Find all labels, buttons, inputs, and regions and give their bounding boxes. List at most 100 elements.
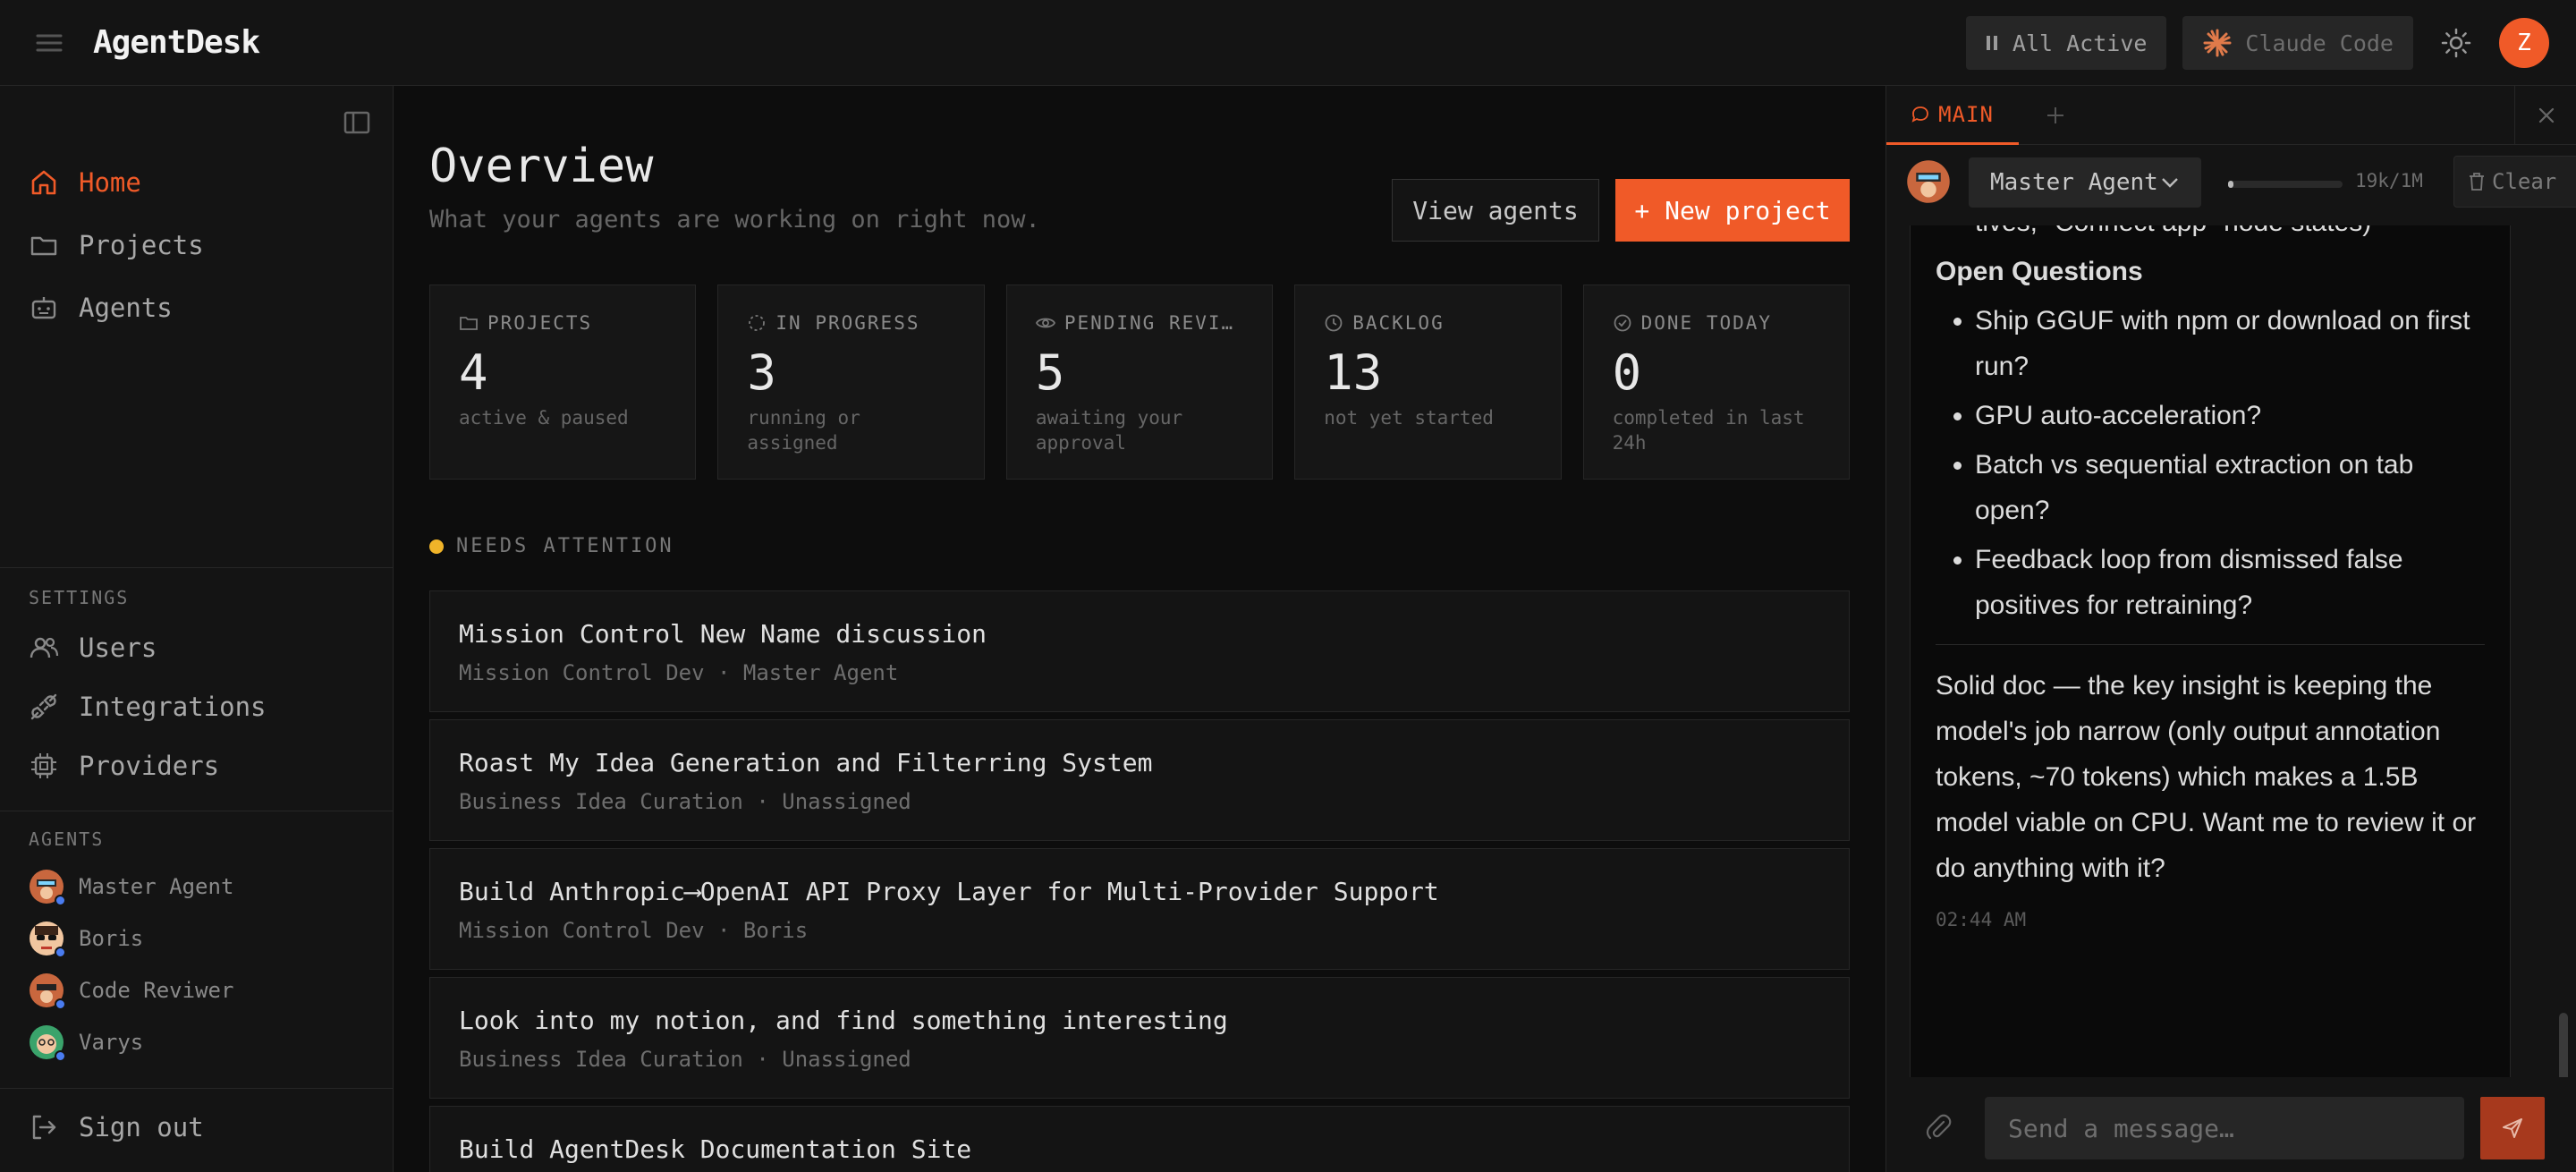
message-bullet-list: Ship GGUF with npm or download on first … [1936, 298, 2485, 628]
theme-toggle[interactable] [2429, 16, 2483, 70]
stat-card-done-today[interactable]: DONE TODAY 0 completed in last 24h [1582, 285, 1851, 480]
task-project: Mission Control Dev [459, 660, 705, 685]
stat-card-pending-review[interactable]: PENDING REVI… 5 awaiting your approval [1005, 285, 1274, 480]
tab-label: MAIN [1938, 101, 1994, 127]
trash-icon [2469, 173, 2485, 191]
tab-main[interactable]: MAIN [1886, 86, 2019, 145]
agent-avatar [29, 1024, 66, 1062]
sidebar-agent-code-reviewer[interactable]: Code Reviwer [29, 970, 233, 1011]
chat-bubble-icon [1911, 106, 1929, 123]
needs-attention-header: NEEDS ATTENTION [429, 535, 674, 557]
sidebar-item-label: Users [79, 633, 157, 663]
needs-attention-label: NEEDS ATTENTION [456, 535, 674, 557]
plus-icon [2045, 105, 2066, 126]
assistant-message: tives, "Connect app" node states) Open Q… [1910, 225, 2511, 1077]
stat-description: awaiting your approval [1035, 407, 1183, 454]
chip-icon [29, 751, 59, 781]
send-icon [2501, 1117, 2524, 1140]
stat-card-in-progress[interactable]: IN PROGRESS 3 running or assigned [717, 285, 985, 480]
clock-icon [1324, 313, 1343, 333]
chat-composer [1886, 1077, 2576, 1172]
task-title: Roast My Idea Generation and Filterring … [459, 748, 1153, 777]
agent-select[interactable]: Master Agent [1969, 157, 2201, 208]
stat-description: completed in last 24h [1612, 407, 1805, 454]
chat-scrollbar[interactable] [2559, 1013, 2568, 1077]
settings-section-label: SETTINGS [29, 587, 130, 608]
logout-icon [29, 1112, 59, 1142]
sidebar-item-home[interactable]: Home [29, 156, 141, 209]
token-usage-bar [2228, 181, 2343, 188]
chat-panel: MAIN Master Agent 19k/1M Clear Open Ques… [1885, 86, 2576, 1172]
stat-value: 4 [459, 344, 488, 401]
sidebar-item-agents[interactable]: Agents [29, 281, 173, 335]
sign-out-label: Sign out [79, 1112, 204, 1142]
stat-value: 3 [747, 344, 776, 401]
task-agent: Master Agent [742, 660, 899, 685]
sidebar-divider [0, 1088, 394, 1089]
agents-section-label: AGENTS [29, 828, 105, 850]
clear-chat-button[interactable]: Clear [2453, 156, 2576, 208]
task-item[interactable]: Build Anthropic⟶OpenAI API Proxy Layer f… [429, 848, 1850, 970]
close-panel-button[interactable] [2514, 86, 2576, 145]
send-button[interactable] [2480, 1097, 2545, 1159]
status-filter-button[interactable]: All Active [1965, 16, 2167, 70]
sun-icon [2441, 28, 2471, 58]
sidebar-collapse-icon[interactable] [343, 111, 370, 134]
app-logo[interactable]: AgentDesk [93, 21, 260, 64]
stats-row: PROJECTS 4 active & paused IN PROGRESS 3… [429, 285, 1851, 480]
sidebar-agent-boris[interactable]: Boris [29, 918, 143, 959]
stat-card-backlog[interactable]: BACKLOG 13 not yet started [1294, 285, 1562, 480]
eye-icon [1035, 313, 1055, 333]
message-summary: Solid doc — the key insight is keeping t… [1936, 671, 2477, 883]
agent-select-value: Master Agent [1990, 169, 2158, 196]
task-item[interactable]: Build AgentDesk Documentation Site [429, 1106, 1850, 1172]
online-status-dot [55, 1050, 66, 1062]
attach-button[interactable] [1924, 1113, 1954, 1143]
task-project: Mission Control Dev [459, 918, 705, 943]
chat-messages[interactable]: tives, "Connect app" node states) Open Q… [1886, 225, 2576, 1077]
message-timestamp: 02:44 AM [1936, 909, 2027, 930]
menu-icon[interactable] [32, 29, 68, 57]
task-item[interactable]: Look into my notion, and find something … [429, 977, 1850, 1099]
provider-button[interactable]: Claude Code [2182, 16, 2413, 70]
clear-label: Clear [2492, 169, 2557, 194]
sidebar-agent-master-agent[interactable]: Master Agent [29, 866, 233, 907]
stat-card-projects[interactable]: PROJECTS 4 active & paused [429, 285, 697, 480]
message-divider [1936, 644, 2485, 645]
sidebar-item-projects[interactable]: Projects [29, 218, 204, 272]
new-project-button[interactable]: + New project [1615, 179, 1850, 242]
token-usage-fill [2228, 181, 2234, 188]
status-filter-label: All Active [2012, 30, 2148, 56]
agent-name: Code Reviwer [79, 978, 234, 1003]
folder-icon [29, 230, 59, 260]
task-project: Business Idea Curation [459, 789, 743, 814]
stat-description: not yet started [1324, 407, 1494, 429]
top-bar: AgentDesk All Active Claude Code Z [0, 0, 2576, 86]
stat-value: 13 [1324, 344, 1383, 401]
sidebar-item-integrations[interactable]: Integrations [29, 680, 267, 734]
page-title: Overview [429, 140, 654, 193]
view-agents-button[interactable]: View agents [1392, 179, 1599, 242]
message-bullet: Batch vs sequential extraction on tab op… [1975, 442, 2485, 533]
task-title: Build AgentDesk Documentation Site [459, 1134, 972, 1164]
agent-avatar [1906, 159, 1951, 204]
message-input[interactable] [1985, 1097, 2464, 1159]
plug-icon [29, 692, 59, 722]
agent-name: Boris [79, 926, 144, 951]
loader-icon [747, 313, 767, 333]
page-subtitle: What your agents are working on right no… [429, 206, 1040, 234]
stat-label: IN PROGRESS [775, 312, 920, 334]
user-avatar[interactable]: Z [2499, 18, 2549, 68]
folder-icon [459, 313, 479, 333]
sign-out-button[interactable]: Sign out [29, 1100, 204, 1154]
sidebar-agent-varys[interactable]: Varys [29, 1022, 143, 1063]
sidebar-item-users[interactable]: Users [29, 621, 157, 675]
chevron-down-icon [2160, 176, 2180, 189]
sidebar-item-providers[interactable]: Providers [29, 739, 219, 793]
add-tab-button[interactable] [2037, 97, 2074, 134]
message-bullet: Ship GGUF with npm or download on first … [1975, 298, 2485, 389]
task-item[interactable]: Roast My Idea Generation and Filterring … [429, 719, 1850, 841]
bot-icon [29, 293, 59, 323]
task-item[interactable]: Mission Control New Name discussion Miss… [429, 590, 1850, 712]
agent-avatar [29, 921, 66, 958]
